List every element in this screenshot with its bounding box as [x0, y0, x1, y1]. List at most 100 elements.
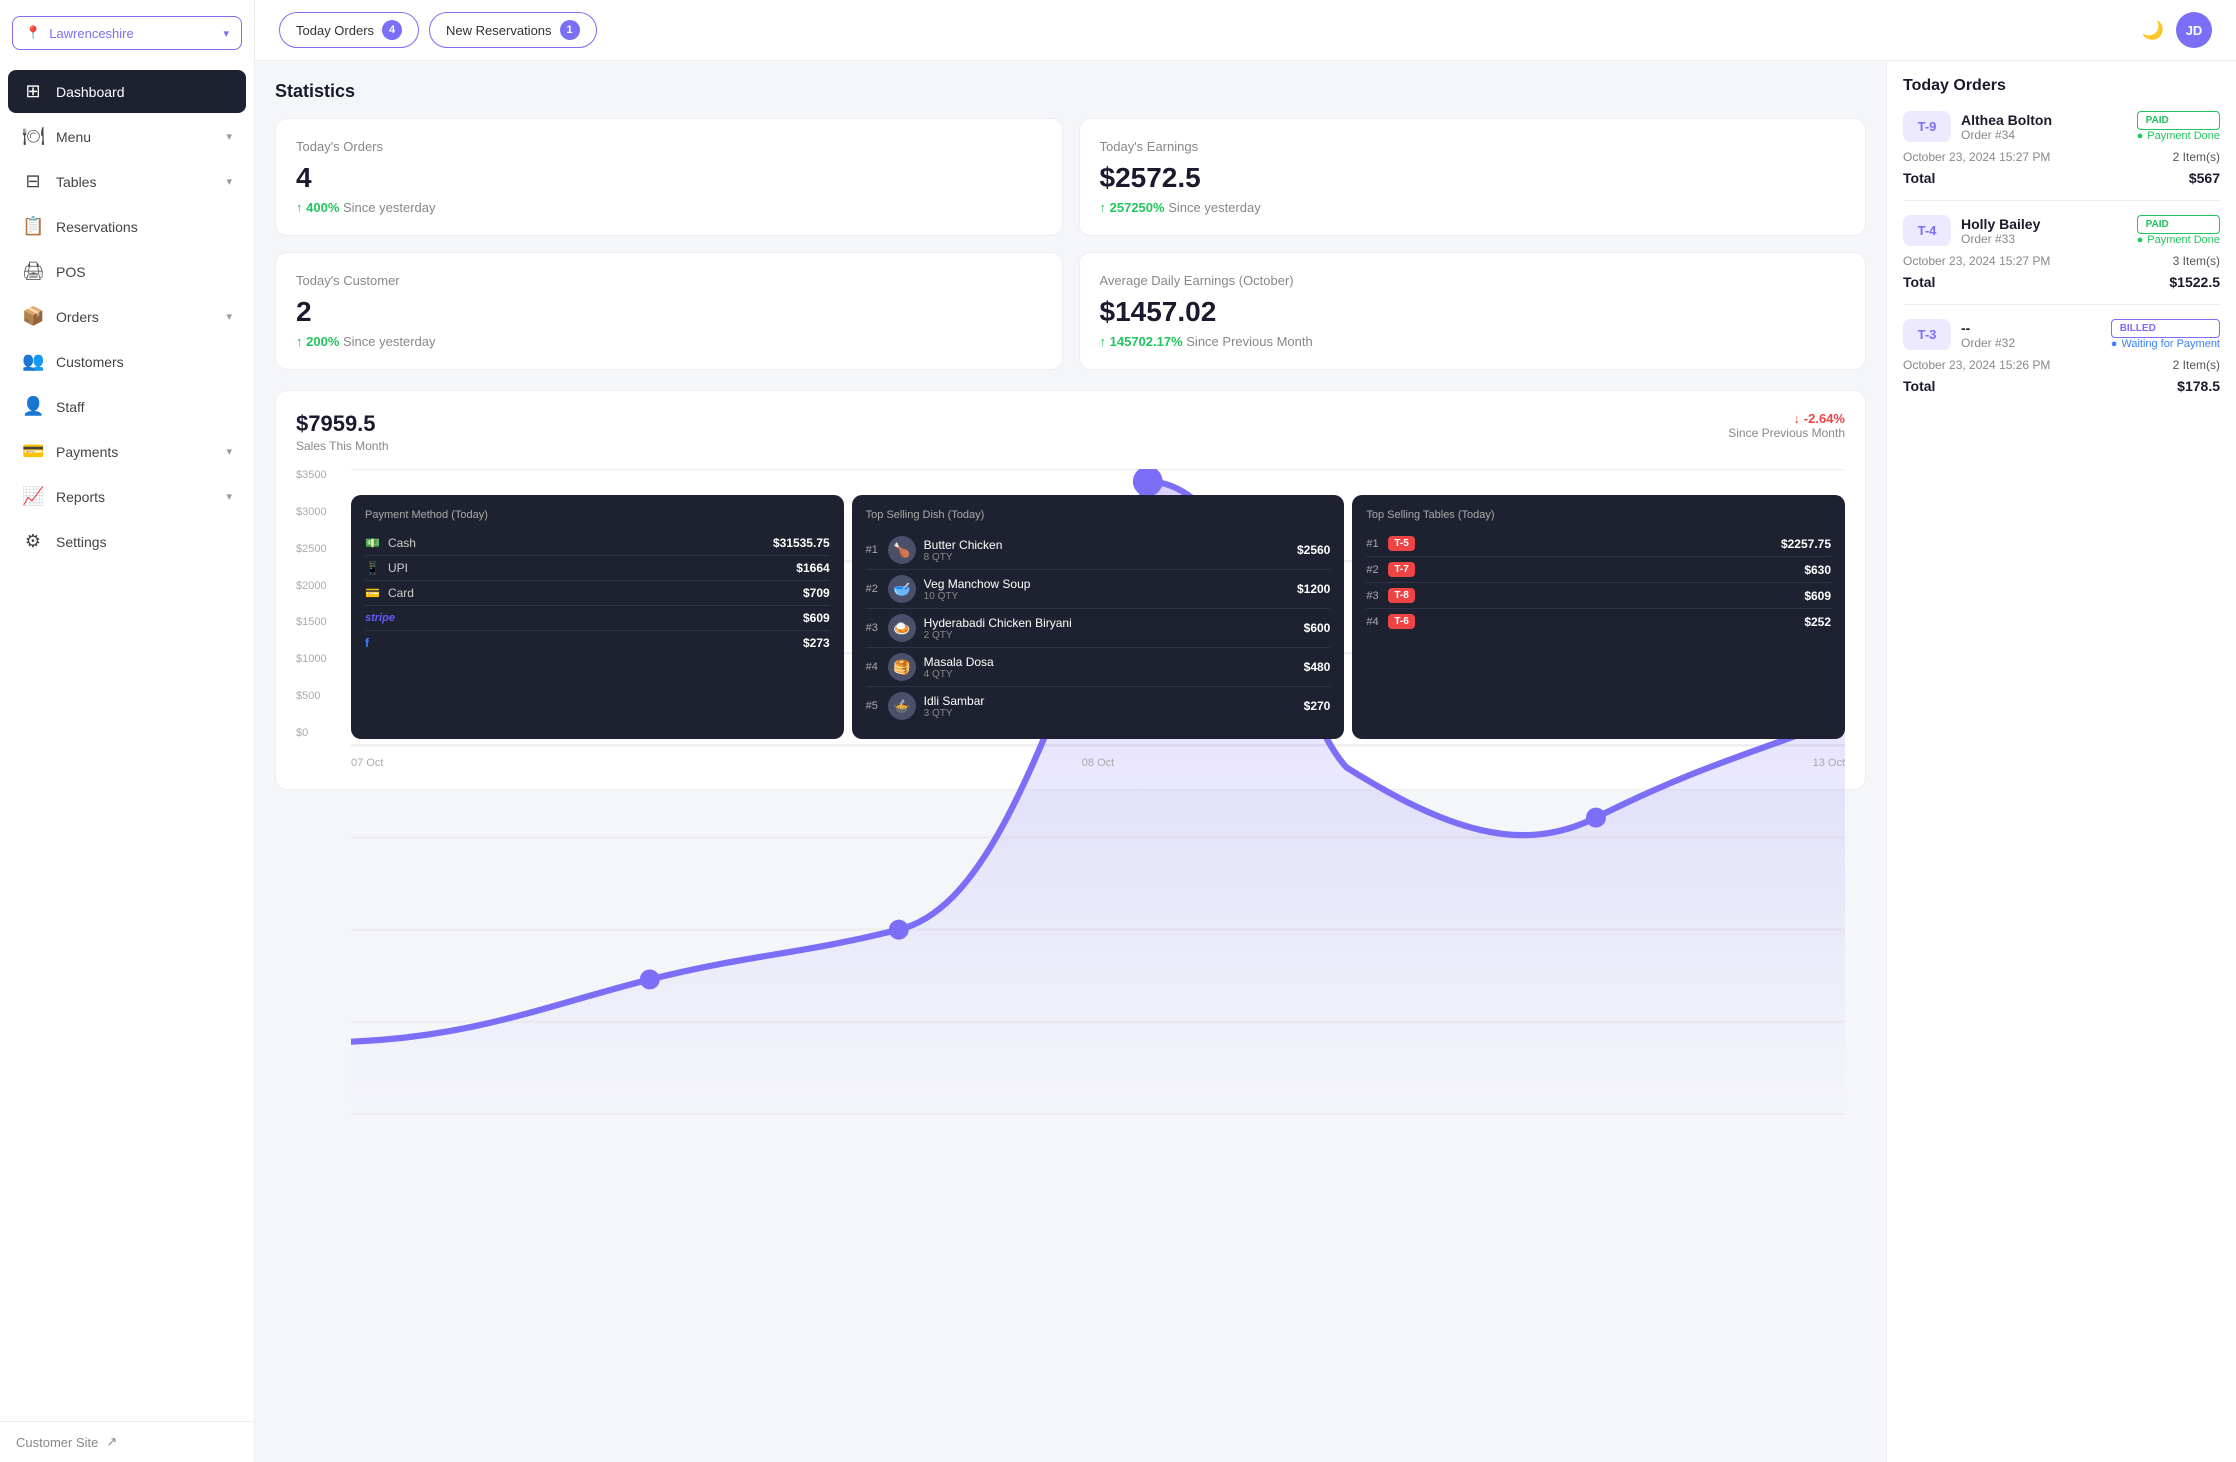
dish-row: #4 🥞 Masala Dosa 4 QTY $480	[866, 648, 1331, 687]
order-num: Order #33	[1961, 232, 2127, 246]
table-row: #1 T-5 $2257.75	[1366, 531, 1831, 557]
top-tables-card: Top Selling Tables (Today) #1 T-5 $2257.…	[1352, 495, 1845, 739]
table-badge: T-7	[1388, 562, 1414, 577]
sidebar: 📍 Lawrenceshire ▾ ⊞ Dashboard 🍽 Menu ▾ ⊟…	[0, 0, 255, 1462]
chevron-down-icon: ▾	[226, 445, 232, 458]
chart-container: $3500 $3000 $2500 $2000 $1500 $1000 $500…	[296, 469, 1845, 769]
stat-card-orders: Today's Orders 4 ↑ 400% Since yesterday	[275, 118, 1063, 236]
order-meta: October 23, 2024 15:27 PM 3 Item(s)	[1903, 254, 2220, 268]
dish-row: #2 🥣 Veg Manchow Soup 10 QTY $1200	[866, 570, 1331, 609]
statistics-title: Statistics	[275, 81, 1866, 102]
top-dishes-title: Top Selling Dish (Today)	[866, 509, 1331, 521]
sidebar-item-menu[interactable]: 🍽 Menu ▾	[8, 115, 246, 158]
sidebar-item-payments[interactable]: 💳 Payments ▾	[8, 430, 246, 473]
location-selector[interactable]: 📍 Lawrenceshire ▾	[12, 16, 242, 50]
change-pct: ↑ 200%	[296, 334, 339, 349]
table-row: #3 T-8 $609	[1366, 583, 1831, 609]
settings-icon: ⚙	[22, 531, 44, 552]
payment-status: ● Payment Done	[2137, 130, 2220, 142]
order-items: 3 Item(s)	[2173, 254, 2220, 268]
external-link-icon: ↗	[106, 1434, 117, 1450]
chart-value: $7959.5	[296, 411, 389, 437]
top-dishes-card: Top Selling Dish (Today) #1 🍗 Butter Chi…	[852, 495, 1345, 739]
sidebar-item-label: Orders	[56, 309, 214, 325]
table-badge: T-8	[1388, 588, 1414, 603]
user-avatar[interactable]: JD	[2176, 12, 2212, 48]
new-reservations-label: New Reservations	[446, 23, 552, 38]
order-name: --	[1961, 320, 2101, 336]
sidebar-item-orders[interactable]: 📦 Orders ▾	[8, 295, 246, 338]
order-status-badge: BILLED	[2111, 319, 2220, 338]
sidebar-item-settings[interactable]: ⚙ Settings	[8, 520, 246, 563]
chart-card: $7959.5 Sales This Month ↓ -2.64% Since …	[275, 390, 1866, 790]
order-info: -- Order #32	[1961, 320, 2101, 350]
location-icon: 📍	[25, 25, 41, 41]
order-total-row: Total $1522.5	[1903, 274, 2220, 290]
chart-change-val: ↓ -2.64%	[1728, 411, 1845, 426]
new-reservations-badge: 1	[560, 20, 580, 40]
dish-row: #5 🍲 Idli Sambar 3 QTY $270	[866, 687, 1331, 725]
dish-info: Veg Manchow Soup 10 QTY	[924, 577, 1031, 602]
content-main: Statistics Today's Orders 4 ↑ 400% Since…	[255, 61, 1886, 1462]
order-card-1: T-9 Althea Bolton Order #34 PAID ● Payme…	[1903, 111, 2220, 201]
menu-icon: 🍽	[22, 126, 44, 147]
sidebar-item-label: Tables	[56, 174, 214, 190]
dark-mode-icon[interactable]: 🌙	[2142, 20, 2164, 41]
stat-card-avg-earnings: Average Daily Earnings (October) $1457.0…	[1079, 252, 1867, 370]
sidebar-item-customers[interactable]: 👥 Customers	[8, 340, 246, 383]
tables-icon: ⊟	[22, 171, 44, 192]
stats-grid: Today's Orders 4 ↑ 400% Since yesterday …	[275, 118, 1866, 370]
sidebar-item-label: Settings	[56, 534, 232, 550]
chevron-down-icon: ▾	[226, 175, 232, 188]
today-orders-pill[interactable]: Today Orders 4	[279, 12, 419, 48]
y-label: $2000	[296, 580, 327, 592]
y-label: $1500	[296, 616, 327, 628]
card-icon: 💳	[365, 586, 380, 600]
total-value: $178.5	[2177, 378, 2220, 394]
new-reservations-pill[interactable]: New Reservations 1	[429, 12, 597, 48]
dish-info: Butter Chicken 8 QTY	[924, 538, 1003, 563]
total-label: Total	[1903, 170, 1935, 186]
y-label: $3500	[296, 469, 327, 481]
payment-row-cash: 💵 Cash $31535.75	[365, 531, 830, 556]
order-table-badge: T-9	[1903, 111, 1951, 142]
reports-icon: 📈	[22, 486, 44, 507]
x-label: 08 Oct	[1082, 757, 1114, 769]
sidebar-item-pos[interactable]: 🖨 POS	[8, 250, 246, 293]
customer-site-link[interactable]: Customer Site ↗	[16, 1434, 238, 1450]
change-pct: ↑ 257250%	[1100, 200, 1165, 215]
chart-header: $7959.5 Sales This Month ↓ -2.64% Since …	[296, 411, 1845, 453]
y-label: $2500	[296, 543, 327, 555]
sidebar-item-dashboard[interactable]: ⊞ Dashboard	[8, 70, 246, 113]
chevron-down-icon: ▾	[226, 490, 232, 503]
order-info: Holly Bailey Order #33	[1961, 216, 2127, 246]
payment-row-other: f $273	[365, 631, 830, 655]
order-total-row: Total $567	[1903, 170, 2220, 186]
y-label: $0	[296, 727, 327, 739]
orders-icon: 📦	[22, 306, 44, 327]
sidebar-item-label: Reservations	[56, 219, 232, 235]
payment-row-upi: 📱 UPI $1664	[365, 556, 830, 581]
cash-value: $31535.75	[773, 536, 830, 550]
stat-value: $1457.02	[1100, 296, 1846, 328]
dashboard-icon: ⊞	[22, 81, 44, 102]
cash-label: Cash	[388, 536, 416, 550]
table-row: #2 T-7 $630	[1366, 557, 1831, 583]
chart-subtitle: Sales This Month	[296, 439, 389, 453]
sidebar-item-reservations[interactable]: 📋 Reservations	[8, 205, 246, 248]
stat-label: Average Daily Earnings (October)	[1100, 273, 1846, 288]
order-meta: October 23, 2024 15:26 PM 2 Item(s)	[1903, 358, 2220, 372]
change-pct: ↑ 400%	[296, 200, 339, 215]
stat-label: Today's Orders	[296, 139, 1042, 154]
top-tables-title: Top Selling Tables (Today)	[1366, 509, 1831, 521]
topbar: Today Orders 4 New Reservations 1 🌙 JD	[255, 0, 2236, 61]
sidebar-item-tables[interactable]: ⊟ Tables ▾	[8, 160, 246, 203]
sidebar-item-label: Staff	[56, 399, 232, 415]
order-status-area: PAID ● Payment Done	[2137, 111, 2220, 142]
sidebar-item-staff[interactable]: 👤 Staff	[8, 385, 246, 428]
payment-status: ● Payment Done	[2137, 234, 2220, 246]
card-value: $709	[803, 586, 830, 600]
dish-img: 🥣	[888, 575, 916, 603]
sidebar-item-reports[interactable]: 📈 Reports ▾	[8, 475, 246, 518]
order-status-area: BILLED ● Waiting for Payment	[2111, 319, 2220, 350]
